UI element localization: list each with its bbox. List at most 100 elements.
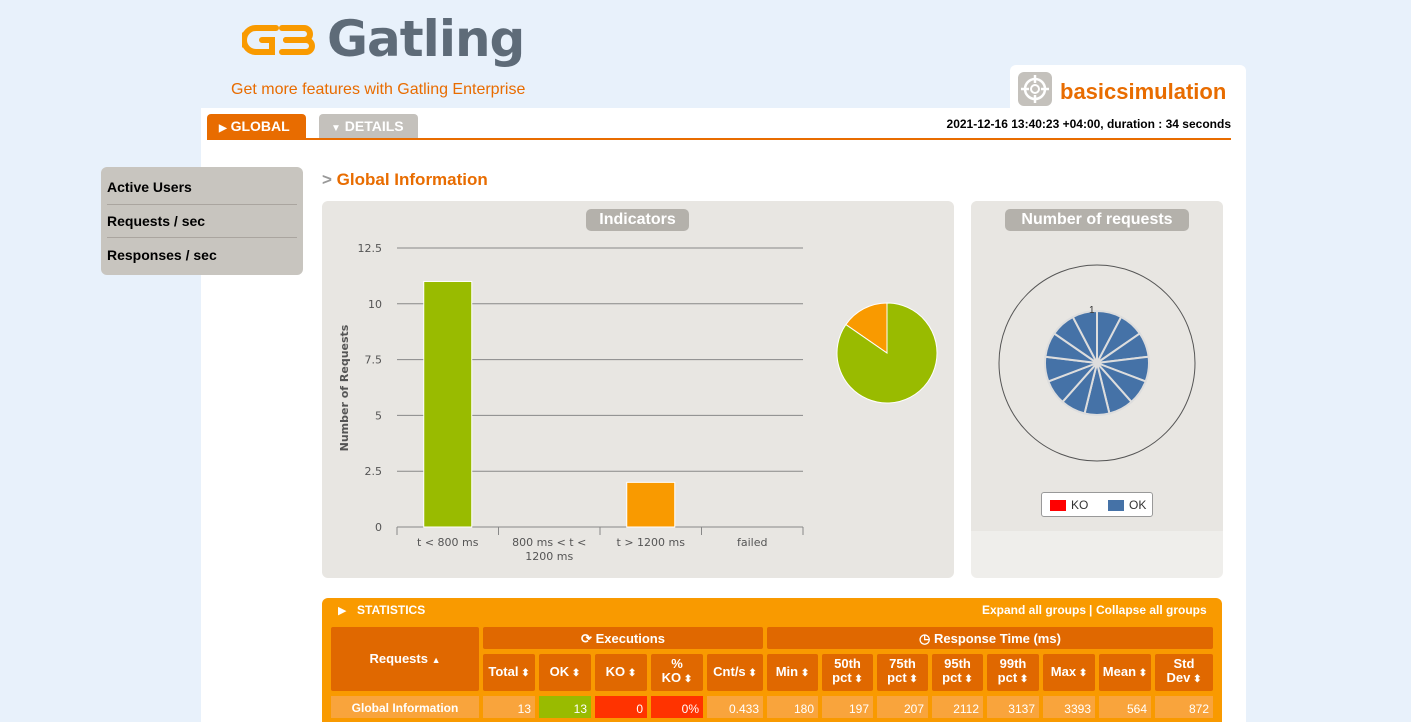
x-tick-label: t < 800 ms bbox=[417, 536, 479, 549]
response-time-header: ◷ Response Time (ms) bbox=[767, 627, 1213, 649]
indicators-pie-chart bbox=[836, 302, 938, 404]
y-tick-label: 2.5 bbox=[365, 465, 383, 478]
column-header[interactable]: KO ⬍ bbox=[595, 654, 647, 691]
simulation-name: basicsimulation bbox=[1060, 79, 1227, 104]
table-cell: 13 bbox=[539, 696, 591, 718]
tab-global[interactable]: ▶ GLOBAL bbox=[207, 114, 306, 139]
legend-ok-label[interactable]: OK bbox=[1129, 498, 1146, 512]
column-header[interactable]: Total ⬍ bbox=[483, 654, 535, 691]
column-header-label: Min bbox=[775, 664, 799, 679]
requests-title: Number of requests bbox=[1005, 209, 1189, 231]
column-header[interactable]: Std Dev ⬍ bbox=[1155, 654, 1213, 691]
sort-icon: ⬍ bbox=[745, 668, 757, 679]
refresh-icon: ⟳ bbox=[581, 631, 592, 646]
y-tick-label: 10 bbox=[368, 298, 382, 311]
sort-icon: ▲ bbox=[431, 655, 441, 665]
y-tick-label: 12.5 bbox=[358, 242, 383, 255]
collapse-all-groups-link[interactable]: Collapse all groups bbox=[1096, 603, 1207, 617]
y-axis-label: Number of Requests bbox=[338, 324, 351, 451]
column-header-label: 95th bbox=[944, 656, 971, 671]
column-header[interactable]: 50th pct ⬍ bbox=[822, 654, 873, 691]
column-header-label: Mean bbox=[1102, 664, 1137, 679]
legend-ok-swatch bbox=[1108, 500, 1124, 511]
clock-icon: ◷ bbox=[919, 631, 931, 646]
table-cell: 2112 bbox=[932, 696, 983, 718]
column-header[interactable]: Max ⬍ bbox=[1043, 654, 1095, 691]
sidebar-item-active-users[interactable]: Active Users bbox=[107, 167, 297, 200]
sidebar: Active Users Requests / sec Responses / … bbox=[101, 167, 303, 275]
polar-axis-label: 1 bbox=[1089, 305, 1095, 316]
enterprise-link[interactable]: Get more features with Gatling Enterpris… bbox=[231, 81, 525, 99]
sort-icon: ⬍ bbox=[1136, 668, 1148, 679]
table-cell: 0 bbox=[595, 696, 647, 718]
table-cell: 872 bbox=[1155, 696, 1213, 718]
sort-icon: ⬍ bbox=[569, 668, 581, 679]
sidebar-item-responses-per-sec[interactable]: Responses / sec bbox=[107, 235, 297, 268]
column-header[interactable]: % KO ⬍ bbox=[651, 654, 703, 691]
column-header[interactable]: 99th pct ⬍ bbox=[987, 654, 1039, 691]
x-tick-label: t > 1200 ms bbox=[617, 536, 686, 549]
links-separator: | bbox=[1089, 603, 1093, 617]
table-cell: 564 bbox=[1099, 696, 1151, 718]
section-title-text: Global Information bbox=[336, 170, 488, 189]
sort-icon: ⬍ bbox=[1190, 674, 1202, 685]
tab-global-label: GLOBAL bbox=[230, 118, 290, 134]
x-tick-label: failed bbox=[737, 536, 767, 549]
tab-details-label: DETAILS bbox=[344, 118, 404, 134]
chevron-down-icon: ▼ bbox=[331, 123, 341, 134]
column-header-label-line2: pct bbox=[942, 670, 962, 685]
expand-all-groups-link[interactable]: Expand all groups bbox=[982, 603, 1086, 617]
section-title: > Global Information bbox=[322, 170, 488, 190]
column-header-label: OK bbox=[549, 664, 570, 679]
table-cell: 13 bbox=[483, 696, 535, 718]
column-header-label: 75th bbox=[889, 656, 916, 671]
expand-arrow-icon[interactable]: ▶ bbox=[338, 604, 346, 617]
sort-icon: ⬍ bbox=[518, 668, 530, 679]
gatling-logo-icon bbox=[242, 25, 315, 55]
column-header-label: Std bbox=[1173, 656, 1195, 671]
column-header-label: 50th bbox=[834, 656, 861, 671]
column-header-label: Max bbox=[1050, 664, 1077, 679]
column-header[interactable]: Mean ⬍ bbox=[1099, 654, 1151, 691]
target-icon bbox=[1018, 72, 1052, 106]
column-header-label: % bbox=[671, 656, 683, 671]
column-header[interactable]: OK ⬍ bbox=[539, 654, 591, 691]
tab-details[interactable]: ▼ DETAILS bbox=[319, 114, 418, 139]
sort-icon: ⬍ bbox=[625, 668, 637, 679]
sort-icon: ⬍ bbox=[851, 674, 863, 685]
y-tick-label: 0 bbox=[375, 521, 382, 534]
row-name[interactable]: Global Information bbox=[331, 696, 479, 718]
legend-ko-label[interactable]: KO bbox=[1071, 498, 1088, 512]
response-time-header-label: Response Time (ms) bbox=[934, 631, 1061, 646]
column-header-label-line2: pct bbox=[997, 670, 1018, 685]
sort-icon: ⬍ bbox=[961, 674, 973, 685]
section-marker: > bbox=[322, 170, 332, 189]
y-tick-label: 7.5 bbox=[365, 354, 383, 367]
table-cell: 0% bbox=[651, 696, 703, 718]
sidebar-item-requests-per-sec[interactable]: Requests / sec bbox=[107, 201, 297, 234]
sort-icon: ⬍ bbox=[681, 674, 693, 685]
bar bbox=[626, 481, 676, 528]
table-cell: 207 bbox=[877, 696, 928, 718]
table-cell: 197 bbox=[822, 696, 873, 718]
requests-header[interactable]: Requests ▲ bbox=[331, 627, 479, 691]
sort-icon: ⬍ bbox=[1076, 668, 1088, 679]
sort-icon: ⬍ bbox=[798, 668, 810, 679]
tab-underline bbox=[207, 138, 1231, 140]
requests-legend: KO OK bbox=[1041, 492, 1153, 517]
column-header-label-line2: Dev bbox=[1166, 670, 1191, 685]
executions-header: ⟳ Executions bbox=[483, 627, 763, 649]
column-header[interactable]: 95th pct ⬍ bbox=[932, 654, 983, 691]
column-header[interactable]: 75th pct ⬍ bbox=[877, 654, 928, 691]
column-header-label: 99th bbox=[999, 656, 1027, 671]
sort-icon: ⬍ bbox=[906, 674, 918, 685]
column-header-label: Cnt/s bbox=[713, 664, 746, 679]
column-header[interactable]: Cnt/s ⬍ bbox=[707, 654, 763, 691]
column-header-label: Total bbox=[488, 664, 519, 679]
play-icon: ▶ bbox=[219, 123, 227, 134]
brand-name: Gatling bbox=[327, 10, 525, 68]
x-tick-label: 800 ms < t <1200 ms bbox=[512, 536, 586, 563]
column-header[interactable]: Min ⬍ bbox=[767, 654, 818, 691]
column-header-label-line2: pct bbox=[887, 670, 907, 685]
requests-pie-chart: 1 bbox=[998, 264, 1196, 462]
